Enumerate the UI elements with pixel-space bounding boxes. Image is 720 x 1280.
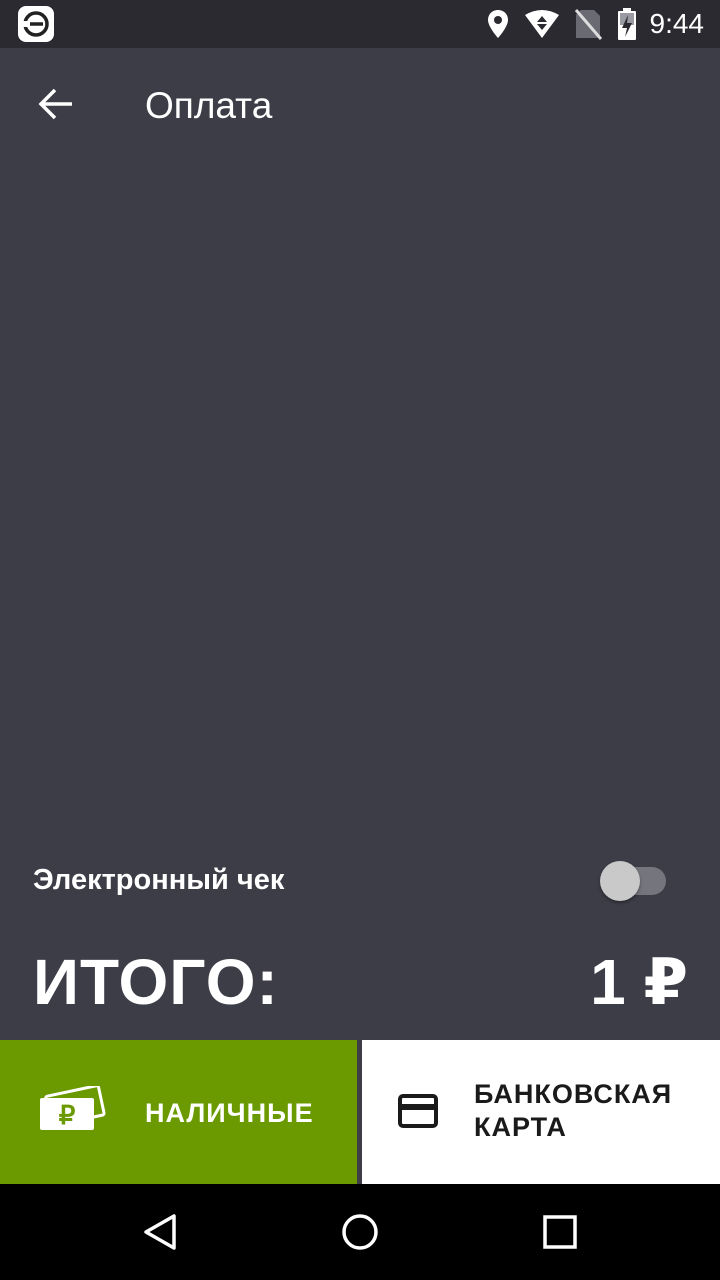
electronic-receipt-toggle[interactable]: [600, 860, 668, 902]
nav-recents-button[interactable]: [536, 1208, 584, 1256]
credit-card-icon: [398, 1094, 438, 1128]
app-badge-icon: [18, 6, 54, 42]
location-icon: [487, 10, 508, 38]
arrow-back-icon: [38, 88, 72, 120]
system-navigation-bar: [0, 1184, 720, 1280]
wifi-icon: [524, 10, 559, 38]
status-time: 9:44: [649, 8, 705, 39]
status-icons: 9:44: [472, 0, 705, 48]
total-value: 1 ₽: [590, 946, 688, 1018]
toggle-thumb: [600, 861, 640, 901]
cash-icon: ₽: [40, 1086, 106, 1130]
back-button[interactable]: [28, 76, 84, 132]
total-row: ИТОГО: 1 ₽: [0, 936, 720, 1026]
status-bar: 9:44: [0, 0, 720, 48]
bank-card-payment-label: БАНКОВСКАЯ КАРТА: [474, 1079, 673, 1142]
electronic-receipt-row: Электронный чек: [0, 846, 720, 916]
app-bar: Оплата: [0, 48, 720, 160]
electronic-receipt-label: Электронный чек: [33, 864, 285, 896]
home-circle-icon: [342, 1214, 378, 1250]
battery-charging-icon: [617, 8, 636, 40]
page-title: Оплата: [145, 85, 273, 126]
no-sim-icon: [574, 9, 602, 40]
nav-home-button[interactable]: [336, 1208, 384, 1256]
back-triangle-icon: [144, 1214, 176, 1250]
cash-payment-button[interactable]: ₽ НАЛИЧНЫЕ: [0, 1040, 357, 1184]
total-label: ИТОГО:: [33, 946, 279, 1018]
bank-card-payment-button[interactable]: БАНКОВСКАЯ КАРТА: [362, 1040, 720, 1184]
cash-payment-label: НАЛИЧНЫЕ: [145, 1098, 314, 1128]
svg-text:₽: ₽: [59, 1100, 76, 1130]
recents-square-icon: [543, 1215, 577, 1249]
nav-back-button[interactable]: [136, 1208, 184, 1256]
payment-buttons: ₽ НАЛИЧНЫЕ БАНКОВСКАЯ КАРТА: [0, 1040, 720, 1184]
